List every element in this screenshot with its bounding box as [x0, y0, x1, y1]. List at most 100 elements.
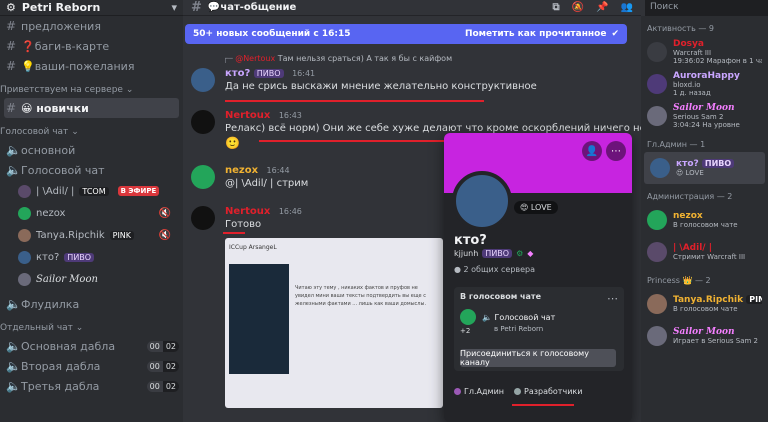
avatar — [18, 184, 31, 198]
server-header[interactable]: ⚙ Petri Reborn ▾ — [0, 0, 183, 16]
role-list: Гл.Админ Разработчики — [454, 387, 582, 396]
member-item[interactable]: AuroraHappy bloxd.io 1 д. назад — [641, 68, 768, 100]
avatar — [18, 272, 31, 286]
speaker-icon: 🔈 — [6, 297, 21, 311]
channel-title: 💬чат-общение — [207, 2, 297, 13]
chevron-down-icon: ▾ — [171, 1, 177, 14]
channel-sidebar: ⚙ Petri Reborn ▾ # предложения # ❓баги-в-к… — [0, 0, 183, 422]
search-input[interactable]: Поиск — [645, 0, 768, 16]
role-chip: Разработчики — [514, 387, 582, 396]
voice-activity-card: В голосовом чате ⋯ +2 🔈 Голосовой чат в … — [454, 287, 624, 371]
pin-icon[interactable]: 📌 — [596, 2, 608, 13]
boost-icon: ◆ — [527, 249, 534, 258]
chevron-down-icon: ⌄ — [71, 127, 79, 137]
chevron-down-icon: ⌄ — [125, 85, 134, 95]
speaker-icon: 🔈 — [482, 313, 492, 322]
voice-channel-second-double[interactable]: 🔈 Вторая дабла 00 02 — [0, 356, 183, 376]
muted-icon: 🔇 — [158, 207, 171, 219]
message-time: 16:43 — [278, 111, 302, 120]
user-profile-popout: 👤 ⋯ 😍 LOVE кто? kjjunh ПИВО ⚙ ◆ ● 2 общи… — [444, 133, 632, 422]
hash-icon: # — [6, 19, 17, 33]
message-author[interactable]: Nertoux — [225, 206, 270, 217]
channel-header: # 💬чат-общение ⧉ 🔕 📌 👥 — [183, 0, 641, 16]
voice-channel-main-double[interactable]: 🔈 Основная дабла 00 02 — [0, 336, 183, 356]
avatar — [647, 294, 667, 314]
avatar — [460, 309, 476, 325]
avatar[interactable] — [191, 110, 215, 134]
message-author[interactable]: кто? — [225, 68, 250, 79]
message-author[interactable]: Nertoux — [225, 110, 270, 121]
avatar — [647, 74, 667, 94]
members-icon[interactable]: 👥 — [621, 2, 633, 13]
mark-read-button[interactable]: Пометить как прочитанное — [465, 29, 607, 39]
voice-user[interactable]: Sailor Moon — [0, 268, 183, 290]
profile-avatar — [452, 171, 512, 231]
avatar — [647, 42, 667, 62]
join-voice-button[interactable]: Присоединиться к голосовому каналу — [460, 349, 616, 367]
hash-icon: # — [6, 59, 17, 73]
mutual-servers[interactable]: ● 2 общих сервера — [454, 265, 535, 274]
message[interactable]: кто? ПИВО 16:41 Да не срись выскажи мнен… — [191, 66, 631, 92]
avatar[interactable] — [191, 165, 215, 189]
message-author[interactable]: nezox — [225, 165, 258, 176]
member-item[interactable]: | \Adil/ | Стримит Warcraft III — [641, 236, 768, 268]
speaker-icon: 🔈 — [6, 163, 21, 177]
underline-annotation — [512, 404, 574, 406]
category-separate[interactable]: Отдельный чат ⌄ — [0, 314, 183, 336]
voice-user[interactable]: Tanya.Ripchik PINK 🔇 — [0, 224, 183, 246]
image-attachment[interactable]: ICCup ArsangeL Читаю эту тему , никаких … — [225, 238, 443, 408]
hash-icon: # — [6, 39, 17, 53]
avatar — [647, 210, 667, 230]
message-time: 16:41 — [292, 69, 316, 78]
user-limit-counter: 00 02 — [146, 340, 179, 352]
message-text: Да не срись выскажи мнение желательно ко… — [225, 81, 537, 92]
underline-annotation — [225, 100, 484, 102]
speaker-icon: 🔈 — [6, 143, 21, 157]
mark-read-icon: ✔ — [611, 29, 619, 39]
profile-username-row: kjjunh ПИВО ⚙ ◆ — [454, 249, 534, 258]
voice-user[interactable]: | \Adil/ | TCOM В ЭФИРЕ — [0, 180, 183, 202]
threads-icon[interactable]: ⧉ — [553, 2, 560, 13]
member-item[interactable]: Tanya.Ripchik PINKВ голосовом чате — [641, 288, 768, 320]
voice-user[interactable]: кто? ПИВО — [0, 246, 183, 268]
role-chip: Гл.Админ — [454, 387, 504, 396]
category-welcome[interactable]: Приветствуем на сервере ⌄ — [0, 76, 183, 98]
user-limit-counter: 00 02 — [146, 380, 179, 392]
avatar — [647, 242, 667, 262]
avatar — [18, 228, 31, 242]
hash-icon: # — [191, 0, 202, 15]
new-messages-bar[interactable]: 50+ новых сообщений с 16:15 Пометить как… — [185, 24, 627, 44]
muted-icon: 🔇 — [158, 229, 171, 241]
chevron-down-icon: ⌄ — [75, 323, 84, 333]
channel-suggestions[interactable]: # предложения — [0, 16, 183, 36]
voice-channel-main[interactable]: 🔈 основной — [0, 140, 183, 160]
more-icon[interactable]: ⋯ — [607, 292, 618, 305]
avatar — [650, 158, 670, 178]
mute-bell-icon[interactable]: 🔕 — [572, 2, 584, 13]
add-friend-icon[interactable]: 👤 — [582, 141, 602, 161]
member-category: Гл.Админ — 1 — [647, 140, 706, 149]
category-voice[interactable]: Голосовой чат ⌄ — [0, 118, 183, 140]
channel-bugs[interactable]: # ❓баги-в-карте — [0, 36, 183, 56]
member-item[interactable]: кто? ПИВО 😍 LOVE — [644, 152, 765, 184]
channel-wishes[interactable]: # 💡ваши-пожелания — [0, 56, 183, 76]
more-icon[interactable]: ⋯ — [606, 141, 626, 161]
member-item[interactable]: Sailor Moon Играет в Serious Sam 2 — [641, 320, 768, 352]
member-item[interactable]: Sailor Moon Serious Sam 2 3:04:24 На уровн… — [641, 100, 768, 132]
message-time: 16:46 — [278, 207, 302, 216]
reply-preview[interactable]: ┌─ @Nertoux Там нельзя сраться) А так я … — [223, 54, 452, 63]
member-item[interactable]: nezox В голосовом чате — [641, 204, 768, 236]
underline-annotation — [223, 232, 245, 234]
voice-channel-voice[interactable]: 🔈 Голосовой чат — [0, 160, 183, 180]
avatar[interactable] — [191, 68, 215, 92]
custom-status: 😍 LOVE — [514, 201, 558, 214]
channel-newbies[interactable]: # 😀 новички — [4, 98, 179, 118]
voice-channel-flood[interactable]: 🔈 Флудилка — [0, 294, 183, 314]
voice-user[interactable]: nezox 🔇 — [0, 202, 183, 224]
message-time: 16:44 — [266, 166, 290, 175]
voice-channel-third-double[interactable]: 🔈 Третья дабла 00 02 — [0, 376, 183, 396]
server-name: Petri Reborn — [21, 1, 101, 14]
member-item[interactable]: DosyaWarcraft III19:36:02 Марафон в 1 ча… — [641, 36, 768, 68]
avatar[interactable] — [191, 206, 215, 230]
server-icon: ⚙ — [6, 1, 16, 14]
